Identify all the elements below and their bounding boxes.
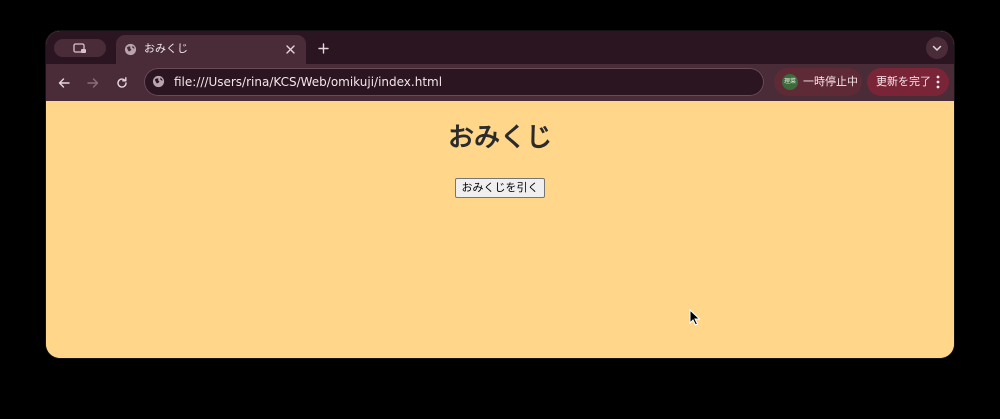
page-viewport: おみくじ おみくじを引く xyxy=(46,101,954,358)
page-title: おみくじ xyxy=(447,123,552,153)
finish-update-button[interactable]: 更新を完了 xyxy=(867,68,949,96)
tab-search-icon xyxy=(73,42,86,53)
kebab-menu-icon xyxy=(936,75,940,89)
tab-menu-button[interactable] xyxy=(926,37,948,59)
draw-omikuji-button[interactable]: おみくじを引く xyxy=(455,178,545,198)
forward-arrow-icon xyxy=(87,78,99,88)
address-url: file:///Users/rina/KCS/Web/omikuji/index… xyxy=(174,75,443,89)
profile-paused-label: 一時停止中 xyxy=(803,75,858,88)
finish-update-label: 更新を完了 xyxy=(876,75,931,88)
reload-icon xyxy=(117,77,127,88)
reload-button[interactable] xyxy=(112,73,132,93)
tab-title: おみくじ xyxy=(144,42,188,55)
close-icon xyxy=(285,44,295,54)
active-tab[interactable]: おみくじ xyxy=(116,35,306,64)
new-tab-button[interactable] xyxy=(314,39,332,57)
forward-button[interactable] xyxy=(83,73,103,93)
mouse-pointer-icon xyxy=(689,309,701,326)
tab-search-button[interactable] xyxy=(54,39,106,57)
browser-window: おみくじ file:///Users/rina/KCS/Web/omikuji/… xyxy=(46,31,954,358)
globe-icon xyxy=(124,43,137,56)
address-bar[interactable]: file:///Users/rina/KCS/Web/omikuji/index… xyxy=(144,68,764,96)
back-button[interactable] xyxy=(54,73,74,93)
tab-strip: おみくじ xyxy=(46,31,954,64)
profile-paused-button[interactable]: 理菜 一時停止中 xyxy=(774,68,862,96)
avatar: 理菜 xyxy=(782,74,798,90)
chevron-down-icon xyxy=(932,45,942,51)
browser-toolbar: file:///Users/rina/KCS/Web/omikuji/index… xyxy=(46,64,954,101)
plus-icon xyxy=(317,42,329,54)
tab-close-button[interactable] xyxy=(282,41,298,57)
site-info-globe-icon[interactable] xyxy=(152,75,165,88)
more-menu-button[interactable] xyxy=(934,74,942,90)
back-arrow-icon xyxy=(58,78,70,88)
